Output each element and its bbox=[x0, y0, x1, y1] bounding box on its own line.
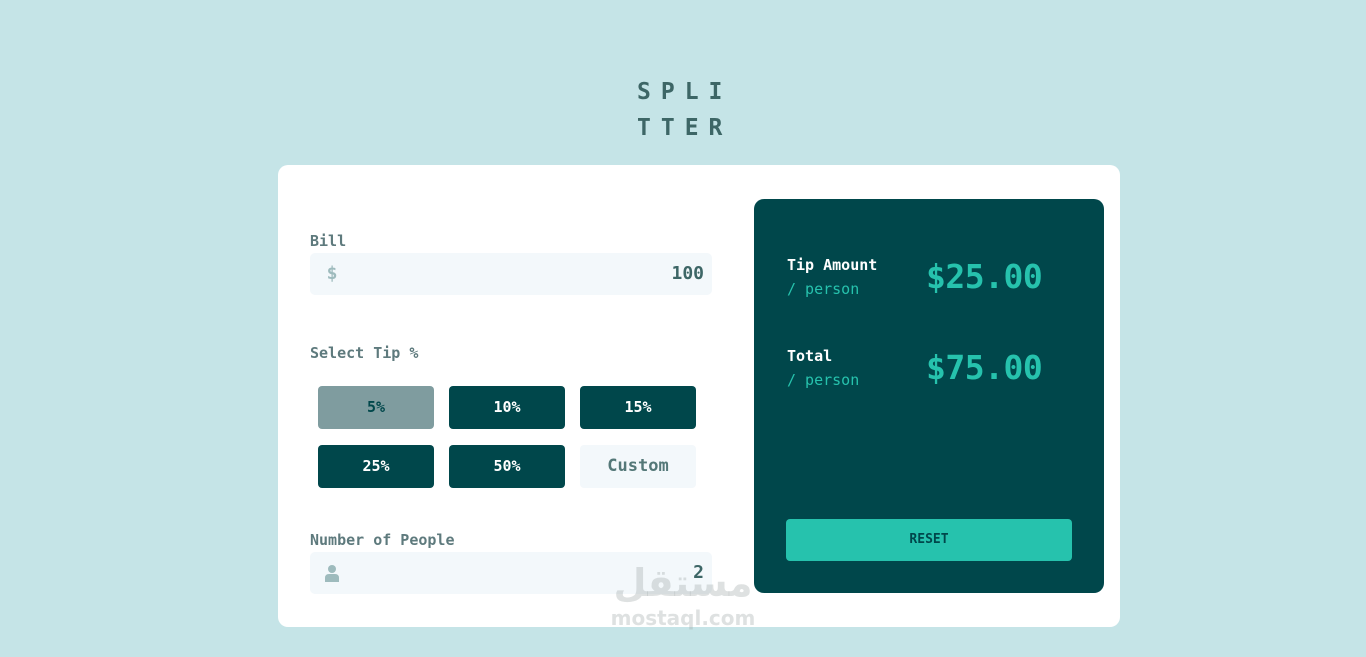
tip-amount-per-person: / person bbox=[787, 280, 860, 298]
tip-amount-value: $25.00 bbox=[926, 257, 1043, 296]
tip-25-button[interactable]: 25% bbox=[318, 445, 434, 488]
person-icon bbox=[324, 563, 340, 583]
select-tip-label: Select Tip % bbox=[310, 344, 419, 362]
tip-50-button[interactable]: 50% bbox=[449, 445, 565, 488]
app-logo: SPLI TTER bbox=[637, 74, 733, 146]
reset-button[interactable]: RESET bbox=[786, 519, 1072, 561]
bill-label: Bill bbox=[310, 232, 347, 250]
bill-field[interactable]: $ bbox=[310, 253, 712, 295]
tip-10-button[interactable]: 10% bbox=[449, 386, 565, 429]
total-value: $75.00 bbox=[926, 348, 1043, 387]
total-per-person: / person bbox=[787, 371, 860, 389]
logo-line-2: TTER bbox=[637, 115, 733, 141]
bill-input[interactable] bbox=[364, 253, 704, 295]
results-panel: Tip Amount / person $25.00 Total / perso… bbox=[754, 199, 1104, 593]
people-input[interactable] bbox=[364, 552, 704, 594]
tip-15-button[interactable]: 15% bbox=[580, 386, 696, 429]
tip-custom-input[interactable]: Custom bbox=[580, 445, 696, 488]
dollar-icon: $ bbox=[326, 263, 338, 284]
logo-line-1: SPLI bbox=[637, 79, 733, 105]
calculator-card: Bill $ Select Tip % 5% 10% 15% 25% 50% C… bbox=[278, 165, 1120, 627]
total-label: Total bbox=[787, 347, 833, 365]
people-field[interactable] bbox=[310, 552, 712, 594]
tip-amount-label: Tip Amount bbox=[787, 256, 878, 274]
tip-5-button[interactable]: 5% bbox=[318, 386, 434, 429]
people-label: Number of People bbox=[310, 531, 455, 549]
